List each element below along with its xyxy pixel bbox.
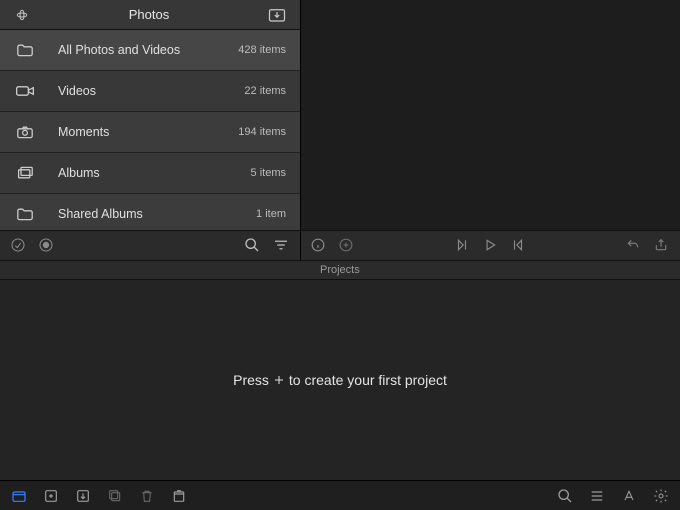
sidebar-item-moments[interactable]: Moments 194 items [0, 112, 300, 153]
play-icon[interactable] [483, 238, 499, 254]
import-icon[interactable] [268, 7, 286, 23]
sidebar-item-all[interactable]: All Photos and Videos 428 items [0, 30, 300, 71]
projects-header-label: Projects [320, 264, 360, 276]
camera-icon [14, 123, 36, 141]
sidebar-item-count: 22 items [244, 85, 286, 97]
filter-icon[interactable] [272, 237, 290, 255]
trash-icon[interactable] [138, 487, 156, 505]
font-icon[interactable] [620, 487, 638, 505]
sidebar-item-count: 5 items [251, 167, 286, 179]
projects-header: Projects [0, 260, 680, 280]
settings-icon[interactable] [652, 487, 670, 505]
sidebar-item-label: Videos [58, 84, 244, 98]
library-icon[interactable] [10, 487, 28, 505]
projects-pane: Press to create your first project [0, 280, 680, 480]
sidebar-item-albums[interactable]: Albums 5 items [0, 153, 300, 194]
sidebar-item-label: All Photos and Videos [58, 43, 238, 57]
sidebar-title: Photos [30, 7, 268, 22]
sidebar-item-count: 194 items [238, 126, 286, 138]
sidebar-header: Photos [0, 0, 300, 30]
next-icon[interactable] [511, 238, 527, 254]
delete-icon[interactable] [170, 487, 188, 505]
sidebar-item-label: Moments [58, 125, 238, 139]
sidebar-item-label: Albums [58, 166, 251, 180]
duplicate-icon[interactable] [106, 487, 124, 505]
sidebar-item-shared[interactable]: Shared Albums 1 item [0, 194, 300, 230]
preview-canvas [301, 0, 680, 230]
sidebar-list: All Photos and Videos 428 items Videos 2… [0, 30, 300, 230]
photos-source-icon[interactable] [14, 7, 30, 23]
record-icon[interactable] [38, 237, 56, 255]
photos-sidebar: Photos All Photos and Videos 428 items [0, 0, 300, 260]
bottom-toolbar [0, 480, 680, 510]
empty-projects-hint: Press to create your first project [233, 372, 447, 388]
video-icon [14, 82, 36, 100]
plus-icon [273, 374, 285, 386]
info-icon[interactable] [311, 238, 327, 254]
transport-bar [301, 230, 680, 260]
list-view-icon[interactable] [588, 487, 606, 505]
undo-icon[interactable] [626, 238, 642, 254]
favorite-toggle-icon[interactable] [10, 237, 28, 255]
sidebar-item-label: Shared Albums [58, 207, 256, 221]
prev-icon[interactable] [455, 238, 471, 254]
sidebar-footer [0, 230, 300, 260]
search-projects-icon[interactable] [556, 487, 574, 505]
albums-icon [14, 164, 36, 182]
folder-icon [14, 41, 36, 59]
share-icon[interactable] [654, 238, 670, 254]
preview-pane [300, 0, 680, 260]
add-marker-icon[interactable] [339, 238, 355, 254]
folder-icon [14, 205, 36, 223]
import-media-icon[interactable] [74, 487, 92, 505]
sidebar-item-videos[interactable]: Videos 22 items [0, 71, 300, 112]
search-icon[interactable] [244, 237, 262, 255]
sidebar-item-count: 428 items [238, 44, 286, 56]
new-project-icon[interactable] [42, 487, 60, 505]
sidebar-item-count: 1 item [256, 208, 286, 220]
